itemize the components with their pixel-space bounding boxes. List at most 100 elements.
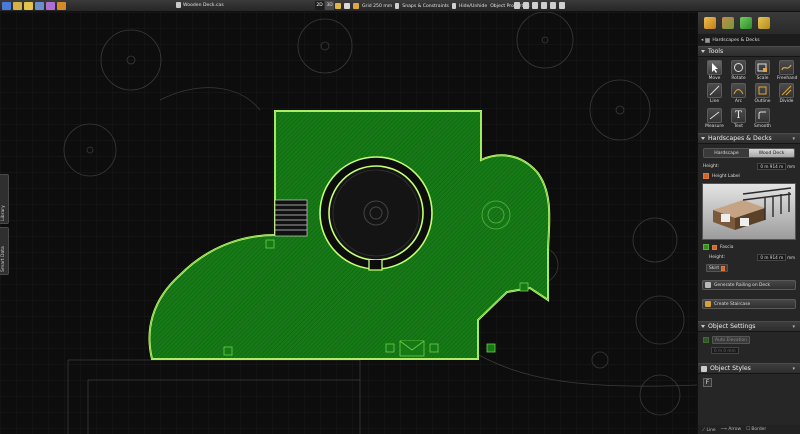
fascia-height-input[interactable]: 0 m 914 m xyxy=(757,253,787,261)
hardscapes-decks-section-header[interactable]: Hardscapes & Decks ▾ xyxy=(698,133,800,144)
plants-tab-icon[interactable] xyxy=(740,17,752,29)
deck-preview-image xyxy=(702,183,796,240)
category-icon xyxy=(705,37,711,43)
document-title: Wooden Deck.cas xyxy=(176,2,224,8)
plan-drawing xyxy=(0,12,697,434)
grid-icon[interactable] xyxy=(353,3,359,9)
cut-icon[interactable] xyxy=(532,2,538,9)
object-settings-section-header[interactable]: Object Settings ▾ xyxy=(698,321,800,332)
chevron-icon: ▾ xyxy=(792,366,795,372)
move-arrow-icon xyxy=(707,60,722,75)
tools-section-header[interactable]: Tools xyxy=(698,46,800,57)
tool-outline[interactable]: Outline xyxy=(753,83,772,104)
font-style-icon[interactable]: F xyxy=(703,378,712,387)
height-label-checkbox[interactable] xyxy=(703,173,709,179)
tool-rotate[interactable]: Rotate xyxy=(729,60,748,81)
settings-tab-icon[interactable] xyxy=(758,17,770,29)
paste-icon[interactable] xyxy=(550,2,556,9)
edit-tools xyxy=(514,2,565,9)
create-staircase-button[interactable]: Create Staircase xyxy=(702,299,796,309)
skirt-button[interactable]: Skirt xyxy=(706,264,729,272)
undo-icon[interactable] xyxy=(514,2,520,9)
skirt-color-swatch xyxy=(721,265,726,271)
view-2d-button[interactable]: 2D xyxy=(315,1,324,10)
outline-icon xyxy=(755,83,770,98)
tool-arc[interactable]: Arc xyxy=(729,83,748,104)
tool-scale[interactable]: Scale xyxy=(753,60,772,81)
tools-row-2: Measure T Text Smooth xyxy=(698,104,800,129)
view-3d-button[interactable]: 3D xyxy=(325,1,334,10)
generate-railing-button[interactable]: Generate Railing on Deck xyxy=(702,280,796,290)
object-styles-section-header[interactable]: Object Styles ▾ xyxy=(698,363,800,374)
smooth-icon xyxy=(755,108,770,123)
arc-icon xyxy=(731,83,746,98)
style-options-row: ⟋ Line ⟶ Arrow ☐ Border xyxy=(698,425,800,434)
snaps-icon[interactable] xyxy=(395,3,400,9)
divide-icon xyxy=(779,83,794,98)
new-file-icon[interactable] xyxy=(13,1,22,10)
copy-icon[interactable] xyxy=(541,2,547,9)
view-tools: Grid 250 mm Snaps & Constraints Hide/Unh… xyxy=(335,1,530,11)
measure-icon xyxy=(707,108,722,123)
border-style-option[interactable]: ☐ Border xyxy=(746,427,766,432)
hot-tub-cutout[interactable] xyxy=(319,156,433,271)
pan-hand-icon[interactable] xyxy=(335,3,341,9)
library-tab[interactable]: Library xyxy=(0,174,9,224)
chevron-icon: ▾ xyxy=(792,324,795,330)
zoom-icon[interactable] xyxy=(344,3,350,9)
grid-label[interactable]: Grid 250 mm xyxy=(362,4,392,9)
height-row: Height: 0 m 914 m mm xyxy=(703,162,795,170)
height-label-row: Height Label xyxy=(698,171,800,181)
deck-stairs[interactable] xyxy=(274,199,308,237)
tool-divide[interactable]: Divide xyxy=(777,83,796,104)
hardscape-option[interactable]: Hardscape xyxy=(704,149,749,157)
document-icon xyxy=(176,2,181,8)
breadcrumb: ◂ Hardscapes & Decks xyxy=(698,34,800,46)
staircase-icon xyxy=(705,301,711,307)
tool-move[interactable]: Move xyxy=(705,60,724,81)
fascia-row: Fascia xyxy=(698,242,800,252)
snaps-label[interactable]: Snaps & Constraints xyxy=(402,4,449,9)
smart-data-tab[interactable]: Smart Data xyxy=(0,227,9,275)
chevron-icon: ▾ xyxy=(792,136,795,142)
line-icon xyxy=(707,83,722,98)
hide-unhide-icon[interactable] xyxy=(451,3,456,9)
tool-freehand[interactable]: Freehand xyxy=(777,60,797,81)
tool-line[interactable]: Line xyxy=(705,83,724,104)
properties-panel: ◂ Hardscapes & Decks Tools Move Rotate S… xyxy=(697,12,800,434)
line-style-option[interactable]: ⟋ Line xyxy=(702,427,716,433)
collapse-icon xyxy=(701,325,705,328)
top-toolbar: Wooden Deck.cas 2D 3D Grid 250 mm Snaps … xyxy=(0,0,800,12)
print-icon[interactable] xyxy=(46,1,55,10)
skirt-row: Skirt xyxy=(698,262,800,274)
elevation-input[interactable]: 0 m 0 mm xyxy=(711,346,739,354)
redo-icon[interactable] xyxy=(523,2,529,9)
tool-text[interactable]: T Text xyxy=(729,108,748,129)
fascia-height-row: Height: 0 m 914 m mm xyxy=(709,253,795,261)
help-icon[interactable] xyxy=(57,1,66,10)
arrow-style-option[interactable]: ⟶ Arrow xyxy=(721,427,741,432)
height-input[interactable]: 0 m 914 m xyxy=(757,162,787,170)
tool-smooth[interactable]: Smooth xyxy=(753,108,772,129)
fascia-checkbox[interactable] xyxy=(703,244,709,250)
fascia-color-swatch[interactable] xyxy=(712,244,717,250)
drawing-canvas[interactable]: Library Smart Data xyxy=(0,12,697,434)
auto-elevation-row: Auto Elevation xyxy=(698,335,800,345)
library-tab-icon[interactable] xyxy=(722,17,734,29)
styles-icon xyxy=(701,365,707,372)
open-folder-icon[interactable] xyxy=(24,1,33,10)
delete-icon[interactable] xyxy=(559,2,565,9)
collapse-icon xyxy=(701,137,705,140)
hardscape-type-toggle: Hardscape Wood Deck xyxy=(703,148,795,158)
hide-unhide-label[interactable]: Hide/Unhide xyxy=(459,4,487,9)
back-arrow-icon[interactable]: ◂ xyxy=(701,38,703,43)
elevation-row: 0 m 0 mm xyxy=(698,345,800,355)
save-icon[interactable] xyxy=(35,1,44,10)
auto-elevation-checkbox[interactable] xyxy=(703,337,709,343)
wood-deck-option[interactable]: Wood Deck xyxy=(749,149,794,157)
style-icons-row: F xyxy=(698,374,800,391)
text-icon: T xyxy=(731,108,746,123)
home-icon[interactable] xyxy=(2,1,11,10)
pencil-tab-icon[interactable] xyxy=(704,17,716,29)
tool-measure[interactable]: Measure xyxy=(705,108,724,129)
